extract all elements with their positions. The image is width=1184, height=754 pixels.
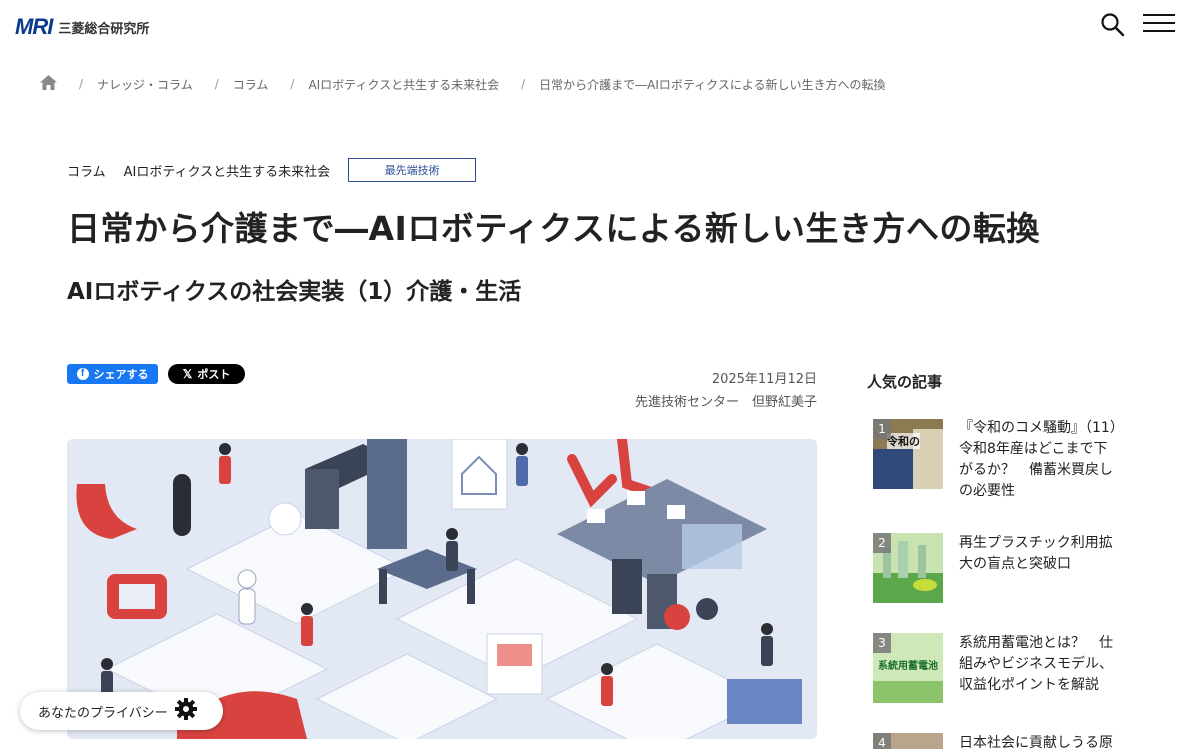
breadcrumb-separator: / xyxy=(521,77,526,91)
breadcrumb-series[interactable]: AIロボティクスと共生する未来社会 xyxy=(308,76,499,93)
popular-article-4[interactable]: 4 日本社会に貢献しうる原 xyxy=(873,733,1133,754)
breadcrumb-column[interactable]: コラム xyxy=(233,76,269,93)
facebook-share-label: シェアする xyxy=(93,368,149,381)
breadcrumb-current: 日常から介護まで―AIロボティクスによる新しい生き方への転換 xyxy=(539,77,886,92)
article-title: 日常から介護まで―AIロボティクスによる新しい生き方への転換 xyxy=(67,209,1040,248)
facebook-share-button[interactable]: f シェアする xyxy=(67,364,158,384)
rank-number: 3 xyxy=(873,633,891,653)
popular-article-title: 再生プラスチック利用拡大の盲点と突破口 xyxy=(959,535,1113,572)
logo-mark: MRI xyxy=(15,14,53,39)
popular-article-title: 系統用蓄電池とは？ 仕組みやビジネスモデル、収益化ポイントを解説 xyxy=(959,635,1113,693)
article-tags: コラム AIロボティクスと共生する未来社会 最先端技術 xyxy=(67,158,477,182)
article-thumbnail: 令和の 1 xyxy=(873,419,943,489)
rank-number: 4 xyxy=(873,733,891,749)
popular-article-title: 『令和のコメ騒動』（11）令和8年産はどこまで下がるか？ 備蓄米買戻しの必要性 xyxy=(959,420,1117,499)
home-icon[interactable] xyxy=(40,75,57,93)
x-post-label: ポスト xyxy=(197,368,231,381)
facebook-icon: f xyxy=(76,368,89,380)
thumbnail-text: 令和の xyxy=(887,433,920,449)
tag-series[interactable]: AIロボティクスと共生する未来社会 xyxy=(124,161,331,180)
gear-icon xyxy=(174,697,198,725)
tag-column[interactable]: コラム xyxy=(67,161,106,180)
rank-number: 1 xyxy=(873,419,891,439)
breadcrumb-separator: / xyxy=(214,77,219,91)
search-icon[interactable] xyxy=(1100,12,1126,38)
article-thumbnail: 系統用蓄電池 3 xyxy=(873,633,943,703)
article-author: 先進技術センター 但野紅美子 xyxy=(634,395,817,410)
x-post-button[interactable]: 𝕏 ポスト xyxy=(168,364,245,384)
x-logo-icon: 𝕏 xyxy=(182,367,193,381)
breadcrumb-separator: / xyxy=(290,77,295,91)
breadcrumb: / ナレッジ・コラム / コラム / AIロボティクスと共生する未来社会 / 日… xyxy=(40,75,885,93)
privacy-label: あなたのプライバシー xyxy=(38,705,168,721)
popular-article-3[interactable]: 系統用蓄電池 3 系統用蓄電池とは？ 仕組みやビジネスモデル、収益化ポイントを解… xyxy=(873,633,1133,703)
popular-articles-heading: 人気の記事 xyxy=(867,373,943,391)
popular-article-2[interactable]: 2 再生プラスチック利用拡大の盲点と突破口 xyxy=(873,533,1133,603)
article-thumbnail: 4 xyxy=(873,733,943,749)
article-thumbnail: 2 xyxy=(873,533,943,603)
privacy-settings-button[interactable]: あなたのプライバシー xyxy=(20,692,223,730)
thumbnail-text: 系統用蓄電池 xyxy=(878,661,938,672)
article-date: 2025年11月12日 xyxy=(711,372,817,387)
article-subtitle: AIロボティクスの社会実装（1）介護・生活 xyxy=(67,279,522,305)
rank-number: 2 xyxy=(873,533,891,553)
breadcrumb-knowledge[interactable]: ナレッジ・コラム xyxy=(97,76,193,93)
popular-article-1[interactable]: 令和の 1 『令和のコメ騒動』（11）令和8年産はどこまで下がるか？ 備蓄米買戻… xyxy=(873,419,1133,502)
site-logo[interactable]: MRI 三菱総合研究所 xyxy=(15,14,149,40)
category-badge[interactable]: 最先端技術 xyxy=(348,158,477,182)
hamburger-menu-icon[interactable] xyxy=(1143,14,1175,36)
breadcrumb-separator: / xyxy=(79,77,84,91)
popular-article-title: 日本社会に貢献しうる原 xyxy=(959,735,1113,751)
logo-text: 三菱総合研究所 xyxy=(58,21,150,37)
